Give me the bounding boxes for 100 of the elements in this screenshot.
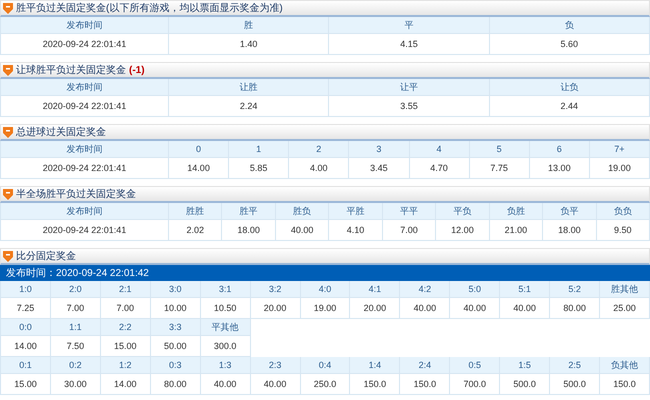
table-cell: 250.0 [300,374,350,395]
table-cell: 10.00 [150,298,201,319]
table-cell: 500.0 [500,374,550,395]
column-header: 0:4 [300,357,350,374]
column-header: 发布时间 [1,79,169,96]
column-header: 2:4 [400,357,450,374]
table-cell: 15.00 [100,336,151,357]
section-title: 总进球过关固定奖金 [16,126,106,139]
table-cell: 700.0 [450,374,500,395]
table-cell: 2.02 [169,220,222,241]
table-cell: 10.50 [200,298,251,319]
table-cell: 40.00 [400,298,450,319]
column-header: 负 [490,17,650,34]
column-header: 发布时间 [1,141,169,158]
table-cell: 40.00 [450,298,500,319]
column-header: 平胜 [329,203,383,220]
table-cell: 150.0 [350,374,400,395]
table-cell: 40.00 [200,374,251,395]
column-header: 让平 [329,79,490,96]
table-cell: 2020-09-24 22:01:41 [1,220,169,241]
table-cell: 4.10 [329,220,383,241]
column-header: 1:3 [200,357,251,374]
column-header: 2:0 [50,281,101,298]
column-header: 让负 [490,79,650,96]
column-header: 5:2 [550,281,600,298]
column-header: 2:3 [250,357,301,374]
table-cell: 80.00 [550,298,600,319]
section-title: 半全场胜平负过关固定奖金 [16,188,136,201]
table-cell: 7.75 [470,158,530,179]
column-header: 5:0 [450,281,500,298]
column-header: 5:1 [500,281,550,298]
column-header: 7+ [590,141,650,158]
table-cell: 12.00 [436,220,490,241]
shield-icon [3,126,13,138]
table-cell: 3.55 [329,96,490,117]
column-header: 0:2 [50,357,101,374]
column-header: 平平 [382,203,436,220]
column-header: 负胜 [490,203,544,220]
column-header: 0:5 [450,357,500,374]
table-cell: 25.00 [600,298,650,319]
column-header: 0 [169,141,230,158]
column-header: 1:5 [500,357,550,374]
table-cell: 500.0 [550,374,600,395]
shield-icon [3,64,13,76]
shield-icon [3,188,13,200]
table-cell: 7.50 [50,336,101,357]
column-header: 5 [470,141,530,158]
column-header: 让胜 [169,79,330,96]
table-cell: 7.25 [1,298,51,319]
column-header: 平负 [436,203,490,220]
table-cell: 18.00 [222,220,276,241]
table-cell: 7.00 [100,298,151,319]
table-cell: 40.00 [250,374,301,395]
column-header: 2:5 [550,357,600,374]
handicap-label: (-1) [129,64,145,76]
column-header: 0:3 [150,357,201,374]
table-cell: 2020-09-24 22:01:41 [1,158,169,179]
table-cell: 40.00 [500,298,550,319]
column-header: 发布时间 [1,203,169,220]
column-header: 平其他 [200,319,251,336]
table-cell: 1.40 [169,34,330,55]
table-cell: 13.00 [530,158,590,179]
column-header: 负负 [596,203,650,220]
column-header: 3:2 [250,281,301,298]
column-header: 1 [229,141,290,158]
column-header: 6 [530,141,590,158]
table-cell: 19.00 [300,298,350,319]
column-header: 2:1 [100,281,151,298]
column-header: 胜胜 [169,203,222,220]
column-header: 3:0 [150,281,201,298]
column-header: 胜平 [222,203,276,220]
column-header: 0:0 [1,319,51,336]
section-title: 让球胜平负过关固定奖金 [16,64,126,77]
table-cell: 30.00 [50,374,101,395]
table-cell: 20.00 [250,298,301,319]
table-cell: 15.00 [1,374,51,395]
shield-icon [3,2,13,14]
table-cell: 80.00 [150,374,201,395]
table-cell: 150.0 [400,374,450,395]
column-header: 1:0 [1,281,51,298]
column-header: 3 [349,141,410,158]
table-cell: 4.00 [289,158,350,179]
table-cell: 2.44 [490,96,650,117]
column-header: 4 [410,141,470,158]
table-cell: 9.50 [596,220,650,241]
column-header: 3:3 [150,319,201,336]
table-cell: 2.24 [169,96,330,117]
publish-time-bar: 发布时间：2020-09-24 22:01:42 [0,265,650,281]
column-header: 胜负 [276,203,330,220]
table-cell: 14.00 [1,336,51,357]
table-cell: 21.00 [490,220,544,241]
table-cell: 4.70 [410,158,470,179]
table-cell: 3.45 [349,158,410,179]
column-header: 负其他 [600,357,650,374]
column-header: 胜其他 [600,281,650,298]
column-header: 胜 [169,17,330,34]
column-header: 发布时间 [1,17,169,34]
table-cell: 14.00 [169,158,230,179]
table-cell: 40.00 [276,220,330,241]
table-cell: 300.0 [200,336,251,357]
